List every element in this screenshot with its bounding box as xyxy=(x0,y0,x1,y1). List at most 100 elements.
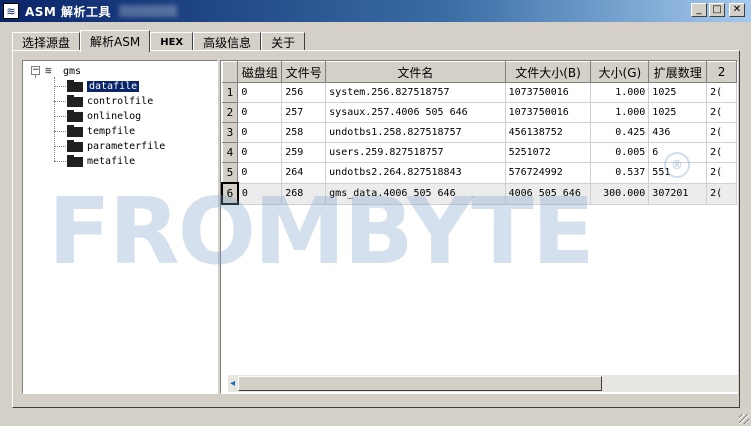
table-cell: 0 xyxy=(237,122,283,143)
tree-root-gms[interactable]: ≋ gms xyxy=(45,64,81,78)
database-stack-icon: ≋ xyxy=(45,64,52,77)
tree-item-label: datafile xyxy=(85,79,141,93)
tree-item-parameterfile[interactable]: parameterfile xyxy=(67,139,165,153)
file-grid[interactable]: 磁盘组 文件号 文件名 文件大小(B) 大小(G) 扩展数理 2 1 0 256… xyxy=(220,60,738,394)
table-row[interactable]: 5 0 264 undotbs2.264.827518843 576724992… xyxy=(221,162,737,184)
table-row[interactable]: 2 0 257 sysaux.257.4006 505 646 10737500… xyxy=(221,102,737,123)
folder-icon xyxy=(67,110,83,122)
table-cell: 1073750016 xyxy=(505,102,592,123)
table-cell: 257 xyxy=(281,102,327,123)
table-cell: 5251072 xyxy=(505,142,592,163)
table-cell: sysaux.257.4006 505 646 xyxy=(325,102,506,123)
table-cell: system.256.827518757 xyxy=(325,82,506,103)
table-row-current[interactable]: 6 0 268 gms_data.4006 505 646 4006 505 6… xyxy=(221,182,737,205)
folder-icon xyxy=(67,125,83,137)
tree-item-label: controlfile xyxy=(87,95,154,107)
tree-item-controlfile[interactable]: controlfile xyxy=(67,94,153,108)
asm-tree[interactable]: − ≋ gms datafile controlfile onlinelog t… xyxy=(22,60,218,394)
tab-about[interactable]: 关于 xyxy=(261,32,306,51)
title-redacted xyxy=(119,5,178,17)
tab-hex[interactable]: HEX xyxy=(150,32,194,51)
registered-mark: ® xyxy=(664,152,690,178)
tree-item-label: parameterfile xyxy=(87,140,166,152)
tree-item-tempfile[interactable]: tempfile xyxy=(67,124,135,138)
table-cell: 300.000 xyxy=(590,183,650,205)
tree-item-onlinelog[interactable]: onlinelog xyxy=(67,109,141,123)
table-cell: 456138752 xyxy=(505,122,592,143)
header-row: 磁盘组 文件号 文件名 文件大小(B) 大小(G) 扩展数理 2 xyxy=(221,61,737,83)
corner-cell xyxy=(221,61,239,83)
table-cell: undotbs2.264.827518843 xyxy=(325,162,506,184)
table-cell: 307201 xyxy=(648,183,708,205)
scroll-left-icon[interactable]: ◂ xyxy=(228,375,237,392)
table-cell: 2( xyxy=(706,82,737,103)
tab-strip: 选择源盘 解析ASM HEX 高级信息 关于 xyxy=(12,30,306,52)
folder-icon xyxy=(67,95,83,107)
tree-item-label: tempfile xyxy=(87,125,136,137)
tree-collapse-toggle[interactable]: − xyxy=(31,66,40,75)
table-row[interactable]: 3 0 258 undotbs1.258.827518757 456138752… xyxy=(221,122,737,143)
tree-root-label: gms xyxy=(63,65,82,77)
table-cell: 1.000 xyxy=(590,102,650,123)
table-cell: 1.000 xyxy=(590,82,650,103)
column-header[interactable]: 磁盘组 xyxy=(237,61,283,83)
window-title: ASM 解析工具 xyxy=(25,4,112,19)
row-header[interactable]: 5 xyxy=(221,162,239,184)
table-cell: 2( xyxy=(706,142,737,163)
table-cell: users.259.827518757 xyxy=(325,142,506,163)
table-cell: 264 xyxy=(281,162,327,184)
folder-icon xyxy=(67,155,83,167)
minimize-button[interactable]: _ xyxy=(691,3,707,17)
folder-icon xyxy=(67,80,83,92)
grid-horizontal-scrollbar[interactable]: ◂ xyxy=(228,375,738,392)
table-cell: 2( xyxy=(706,102,737,123)
tab-advanced-info[interactable]: 高级信息 xyxy=(193,32,262,51)
table-cell: 1073750016 xyxy=(505,82,592,103)
table-row[interactable]: 1 0 256 system.256.827518757 1073750016 … xyxy=(221,82,737,103)
table-cell: 259 xyxy=(281,142,327,163)
row-header[interactable]: 6 xyxy=(221,182,239,205)
column-header[interactable]: 大小(G) xyxy=(590,61,650,83)
table-cell: 0 xyxy=(237,183,283,205)
table-cell: 1025 xyxy=(648,102,708,123)
column-header[interactable]: 文件名 xyxy=(325,61,506,83)
table-cell: undotbs1.258.827518757 xyxy=(325,122,506,143)
scrollbar-thumb[interactable] xyxy=(238,376,602,391)
table-row[interactable]: 4 0 259 users.259.827518757 5251072 0.00… xyxy=(221,142,737,163)
tree-item-metafile[interactable]: metafile xyxy=(67,154,135,168)
tree-item-label: metafile xyxy=(87,155,136,167)
resize-grip-icon[interactable] xyxy=(739,414,749,424)
folder-icon xyxy=(67,140,83,152)
tree-scrollbar[interactable] xyxy=(22,394,218,398)
table-cell: 576724992 xyxy=(505,162,592,184)
tree-item-datafile[interactable]: datafile xyxy=(67,79,141,93)
table-cell: 4006 505 646 xyxy=(505,183,592,205)
row-header[interactable]: 3 xyxy=(221,122,239,143)
table-cell: 0 xyxy=(237,102,283,123)
table-cell: 2( xyxy=(706,162,737,184)
status-bar xyxy=(12,412,740,422)
table-cell: 0 xyxy=(237,142,283,163)
column-header[interactable]: 文件大小(B) xyxy=(504,61,592,83)
close-button[interactable]: ✕ xyxy=(729,3,745,17)
column-header[interactable]: 文件号 xyxy=(281,61,327,83)
tab-select-source[interactable]: 选择源盘 xyxy=(12,32,81,51)
maximize-button[interactable]: □ xyxy=(709,3,725,17)
file-table: 磁盘组 文件号 文件名 文件大小(B) 大小(G) 扩展数理 2 1 0 256… xyxy=(221,61,737,205)
row-header[interactable]: 4 xyxy=(221,142,239,163)
column-header[interactable]: 2 xyxy=(706,61,737,83)
table-cell: 0 xyxy=(237,162,283,184)
title-bar: ≋ ASM 解析工具 _ □ ✕ xyxy=(0,0,751,22)
table-cell: 1025 xyxy=(648,82,708,103)
table-cell: 0.537 xyxy=(590,162,650,184)
tab-parse-asm[interactable]: 解析ASM xyxy=(80,30,151,52)
table-cell: 258 xyxy=(281,122,327,143)
column-header[interactable]: 扩展数理 xyxy=(648,61,708,83)
table-cell: 436 xyxy=(648,122,708,143)
table-cell: gms_data.4006 505 646 xyxy=(325,183,506,205)
table-cell: 268 xyxy=(281,183,327,205)
app-layers-icon[interactable]: ≋ xyxy=(3,3,19,19)
row-header[interactable]: 1 xyxy=(221,82,239,103)
table-cell: 2( xyxy=(706,183,737,205)
row-header[interactable]: 2 xyxy=(221,102,239,123)
